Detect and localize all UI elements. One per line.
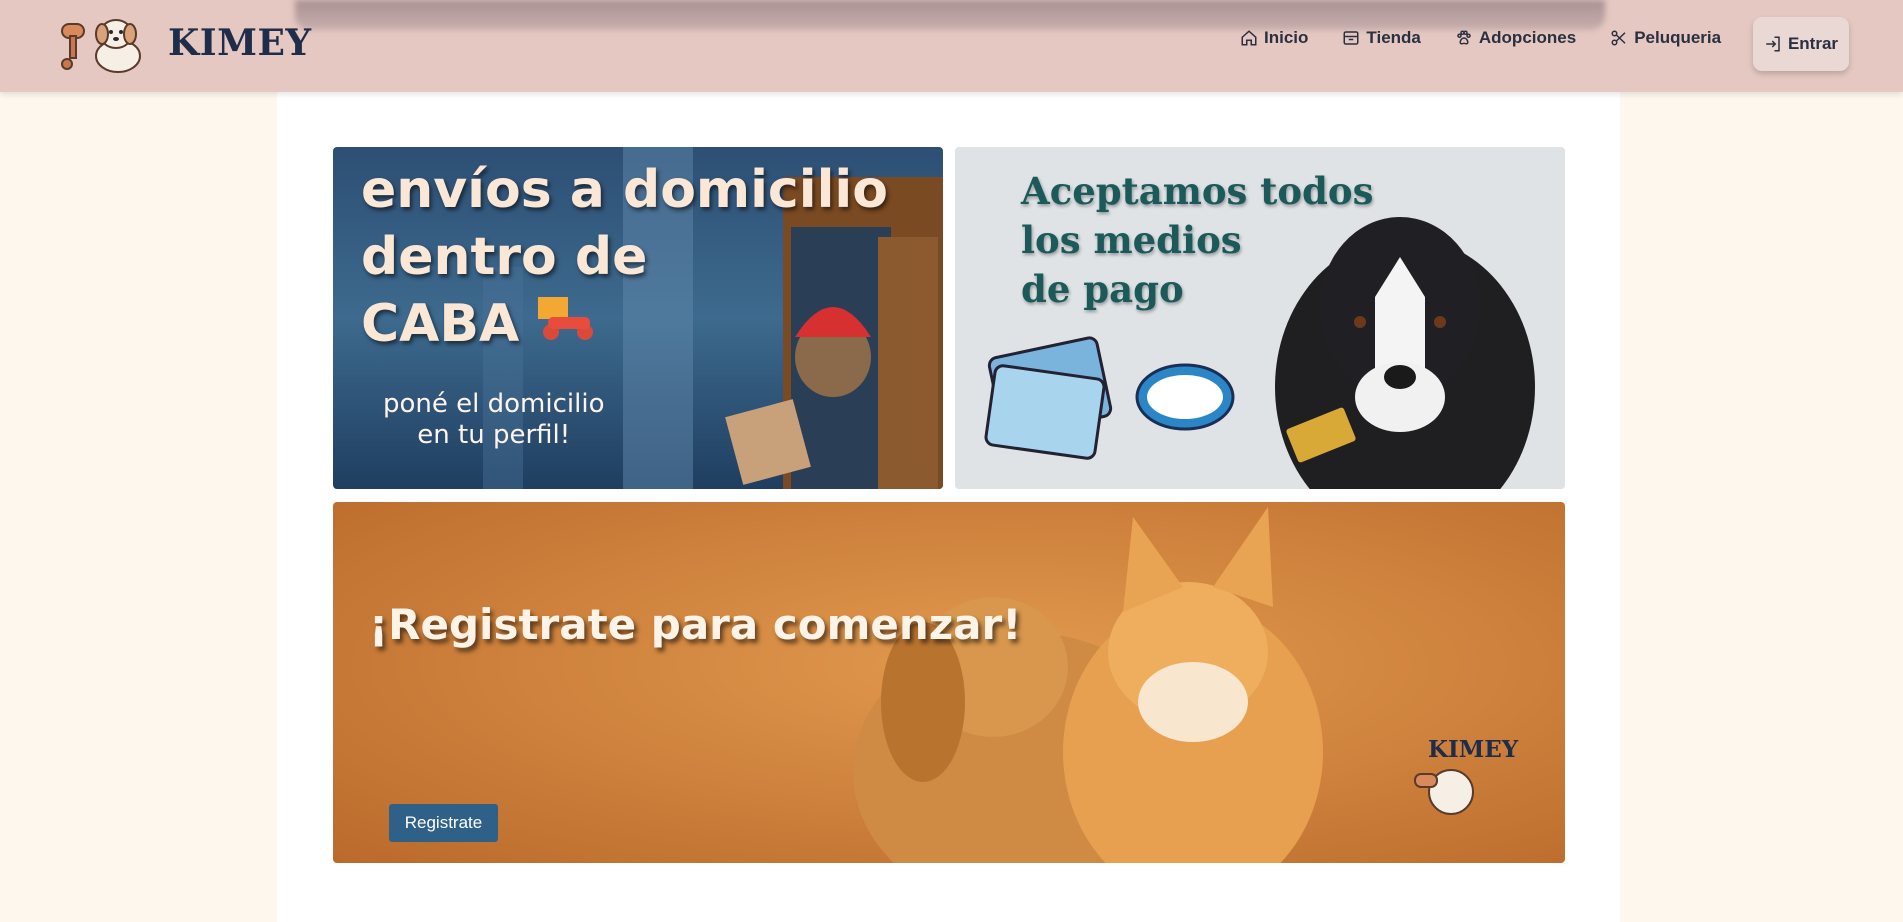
scissors-icon bbox=[1611, 30, 1626, 46]
delivery-headline-line: envíos a domicilio bbox=[361, 160, 888, 220]
nav-label: Inicio bbox=[1264, 28, 1309, 47]
kimey-watermark-logo: KIMEY bbox=[1428, 736, 1519, 763]
brand-name: KIMEY bbox=[168, 22, 312, 64]
delivery-headline-line: dentro de bbox=[361, 227, 648, 287]
store-icon bbox=[1343, 31, 1359, 45]
delivery-headline-line: CABA bbox=[361, 294, 520, 354]
nav-item-peluqueria[interactable]: Peluqueria bbox=[1610, 28, 1721, 48]
delivery-subtext-line: poné el domicilio bbox=[383, 389, 605, 419]
main-nav: Inicio Tienda Adopciones Peluqueria bbox=[1240, 28, 1755, 48]
header-overlay-shadow bbox=[295, 0, 1605, 30]
nav-item-adopciones[interactable]: Adopciones bbox=[1455, 28, 1576, 48]
login-label: Entrar bbox=[1787, 34, 1839, 53]
paw-icon bbox=[1457, 30, 1471, 45]
delivery-headline: envíos a domicilio dentro de CABA bbox=[361, 157, 888, 358]
nav-item-inicio[interactable]: Inicio bbox=[1240, 28, 1308, 48]
puppy-kitten-image bbox=[333, 502, 1565, 863]
delivery-subtext: poné el domicilio en tu perfil! bbox=[383, 389, 604, 451]
login-button[interactable]: Entrar bbox=[1753, 17, 1849, 71]
top-navbar: KIMEY Inicio Tienda Adopciones Peluqueri… bbox=[0, 0, 1903, 92]
logo-dog-dryer-icon bbox=[61, 19, 141, 73]
nav-label: Tienda bbox=[1366, 28, 1421, 47]
payments-headline: Aceptamos todos los medios de pago bbox=[1021, 167, 1373, 314]
delivery-subtext-line: en tu perfil! bbox=[417, 420, 571, 450]
nav-label: Peluqueria bbox=[1634, 28, 1722, 47]
login-icon bbox=[1766, 36, 1780, 52]
register-headline: ¡Registrate para comenzar! bbox=[369, 600, 1022, 649]
payments-banner[interactable]: Aceptamos todos los medios de pago bbox=[955, 147, 1565, 489]
brand-link[interactable]: KIMEY bbox=[58, 12, 312, 74]
register-banner: ¡Registrate para comenzar! Registrate KI… bbox=[333, 502, 1565, 863]
nav-item-tienda[interactable]: Tienda bbox=[1342, 28, 1421, 48]
register-button[interactable]: Registrate bbox=[389, 804, 498, 842]
payments-headline-line: Aceptamos todos bbox=[1021, 169, 1374, 213]
payments-headline-line: de pago bbox=[1021, 267, 1184, 311]
payments-headline-line: los medios bbox=[1021, 218, 1242, 262]
nav-label: Adopciones bbox=[1478, 28, 1577, 47]
home-icon bbox=[1241, 30, 1257, 46]
delivery-banner[interactable]: envíos a domicilio dentro de CABA poné e… bbox=[333, 147, 943, 489]
